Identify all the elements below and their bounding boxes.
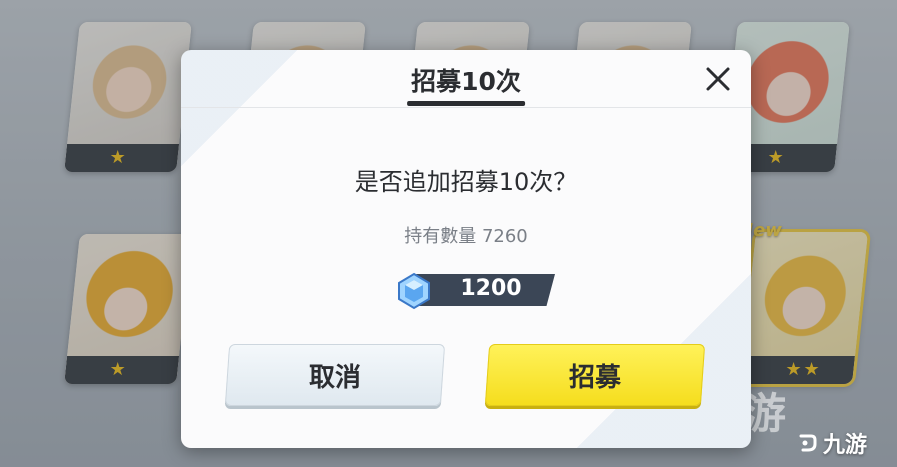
dialog-header: 招募10次 xyxy=(181,50,751,108)
cost-display: 1200 xyxy=(395,272,555,310)
jiuyou-logo-icon xyxy=(799,434,817,452)
cost-value: 1200 xyxy=(460,276,522,301)
close-icon xyxy=(706,67,730,91)
cancel-button-label: 取消 xyxy=(308,362,361,393)
dialog-title: 招募10次 xyxy=(407,62,525,106)
crystal-icon xyxy=(398,272,430,310)
recruit-button-label: 招募 xyxy=(568,362,621,393)
watermark-logo: 九游 xyxy=(797,427,867,459)
close-button[interactable] xyxy=(701,62,735,96)
watermark-text: 九游 xyxy=(822,433,867,458)
confirm-question: 是否追加招募10次？ xyxy=(354,168,578,196)
holding-count: 持有數量 7260 xyxy=(404,226,528,247)
recruit-button[interactable]: 招募 xyxy=(484,344,706,406)
cancel-button[interactable]: 取消 xyxy=(224,344,446,406)
recruit-confirm-dialog: 招募10次 是否追加招募10次？ 持有數量 7260 1200 取消 招募 xyxy=(181,50,751,448)
